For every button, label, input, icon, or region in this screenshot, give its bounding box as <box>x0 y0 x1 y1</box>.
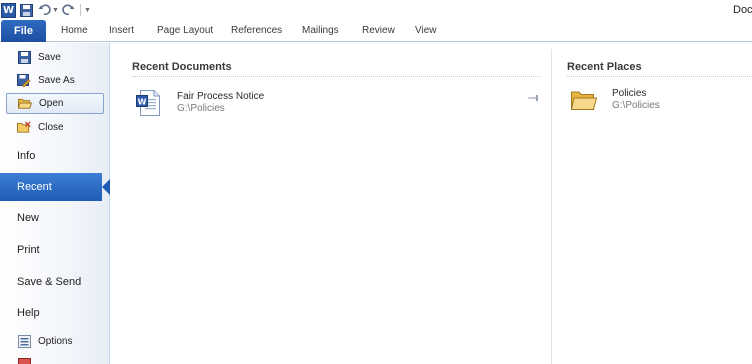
redo-icon[interactable] <box>61 2 77 18</box>
column-divider <box>551 49 552 364</box>
nav-item-help[interactable]: Help <box>0 299 110 327</box>
qat-separator <box>79 4 81 16</box>
recent-place-name: Policies <box>612 88 647 99</box>
save-command-label: Save <box>38 52 61 63</box>
tab-review[interactable]: Review <box>362 20 395 42</box>
tab-home[interactable]: Home <box>61 20 88 42</box>
save-icon <box>17 51 31 65</box>
open-folder-icon <box>18 97 32 111</box>
exit-icon <box>17 358 31 364</box>
tab-mailings[interactable]: Mailings <box>302 20 339 42</box>
nav-item-print[interactable]: Print <box>0 236 110 264</box>
svg-text:W: W <box>138 98 147 107</box>
recent-documents-rule <box>132 76 540 77</box>
nav-item-new[interactable]: New <box>0 204 110 232</box>
recent-place-path: G:\Policies <box>612 100 660 111</box>
tab-insert[interactable]: Insert <box>109 20 134 42</box>
save-as-command[interactable]: Save As <box>6 70 104 91</box>
nav-item-info[interactable]: Info <box>0 142 110 170</box>
save-command[interactable]: Save <box>6 47 104 68</box>
undo-dropdown-icon[interactable]: ▼ <box>52 7 59 14</box>
nav-item-recent[interactable]: Recent <box>0 173 102 201</box>
recent-places-panel: Recent Places Policies G:\Policies <box>567 43 752 364</box>
customize-icon[interactable]: ▼ <box>84 7 91 14</box>
word-document-icon: W <box>136 90 160 116</box>
pin-icon[interactable] <box>528 93 540 103</box>
open-command-label: Open <box>39 98 64 109</box>
recent-documents-panel: Recent Documents W Fair Process Notice G… <box>132 43 542 364</box>
recent-document-path: G:\Policies <box>177 103 225 114</box>
recent-document-item[interactable]: W Fair Process Notice G:\Policies <box>136 88 541 118</box>
tab-references[interactable]: References <box>231 20 282 42</box>
options-command[interactable]: Options <box>6 331 104 352</box>
options-icon <box>17 335 31 349</box>
close-command[interactable]: Close <box>6 117 104 138</box>
recent-places-rule <box>567 76 752 77</box>
quick-access-toolbar: W ▼ ▼ <box>0 0 91 20</box>
title-bar: W ▼ ▼ Doc <box>0 0 752 20</box>
folder-icon <box>570 89 598 111</box>
open-command[interactable]: Open <box>6 93 104 114</box>
recent-document-name: Fair Process Notice <box>177 91 265 102</box>
tab-page-layout[interactable]: Page Layout <box>157 20 213 42</box>
recent-documents-title: Recent Documents <box>132 61 232 73</box>
close-command-label: Close <box>38 122 64 133</box>
recent-place-item[interactable]: Policies G:\Policies <box>570 87 751 115</box>
tab-file[interactable]: File <box>1 20 46 42</box>
save-icon[interactable] <box>18 2 34 18</box>
save-as-icon <box>17 73 31 88</box>
tab-view[interactable]: View <box>415 20 437 42</box>
backstage-content: Recent Documents W Fair Process Notice G… <box>111 43 752 364</box>
undo-icon[interactable] <box>36 2 52 18</box>
ribbon-tabs: File Home Insert Page Layout References … <box>0 20 752 42</box>
nav-item-save-and-send[interactable]: Save & Send <box>0 268 110 296</box>
word-app-icon[interactable]: W <box>1 2 16 18</box>
save-as-command-label: Save As <box>38 75 75 86</box>
recent-places-title: Recent Places <box>567 61 642 73</box>
backstage-nav: Save Save As Open Close Info Recent New … <box>0 43 110 364</box>
options-command-label: Options <box>38 336 73 347</box>
close-folder-icon <box>17 121 31 135</box>
window-title: Doc <box>733 4 752 16</box>
exit-command[interactable] <box>6 354 104 364</box>
